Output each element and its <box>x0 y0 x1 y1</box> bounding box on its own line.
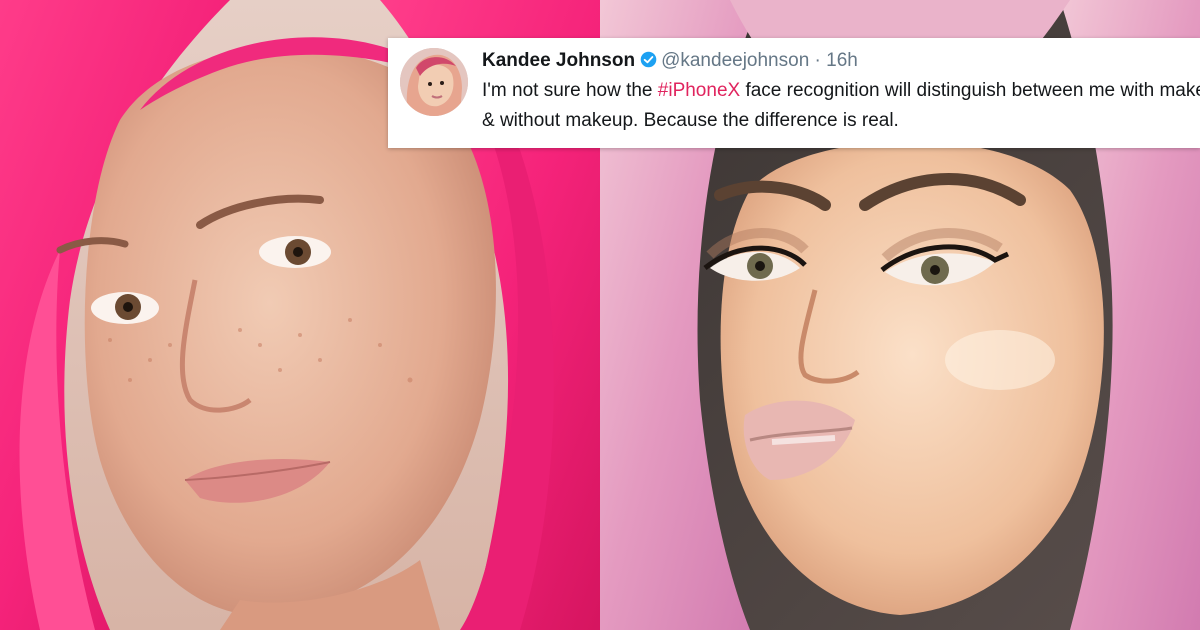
tweet-text: I'm not sure how the #iPhoneX face recog… <box>482 76 1200 136</box>
tweet-text-before: I'm not sure how the <box>482 80 658 101</box>
tweet-author-name[interactable]: Kandee Johnson <box>482 50 635 71</box>
avatar[interactable] <box>400 48 468 116</box>
tweet-timestamp[interactable]: 16h <box>826 50 858 71</box>
avatar-portrait-icon <box>400 48 468 116</box>
verified-badge-icon <box>640 51 657 68</box>
tweet-header: Kandee Johnson @kandeejohnson · 16h <box>482 46 1200 76</box>
tweet-meta-separator: · <box>814 50 821 71</box>
tweet-author-handle[interactable]: @kandeejohnson <box>661 50 809 71</box>
tweet-hashtag[interactable]: #iPhoneX <box>658 80 740 101</box>
image-canvas: Kandee Johnson @kandeejohnson · 16h I'm n… <box>0 0 1200 630</box>
tweet-card[interactable]: Kandee Johnson @kandeejohnson · 16h I'm n… <box>388 38 1200 148</box>
